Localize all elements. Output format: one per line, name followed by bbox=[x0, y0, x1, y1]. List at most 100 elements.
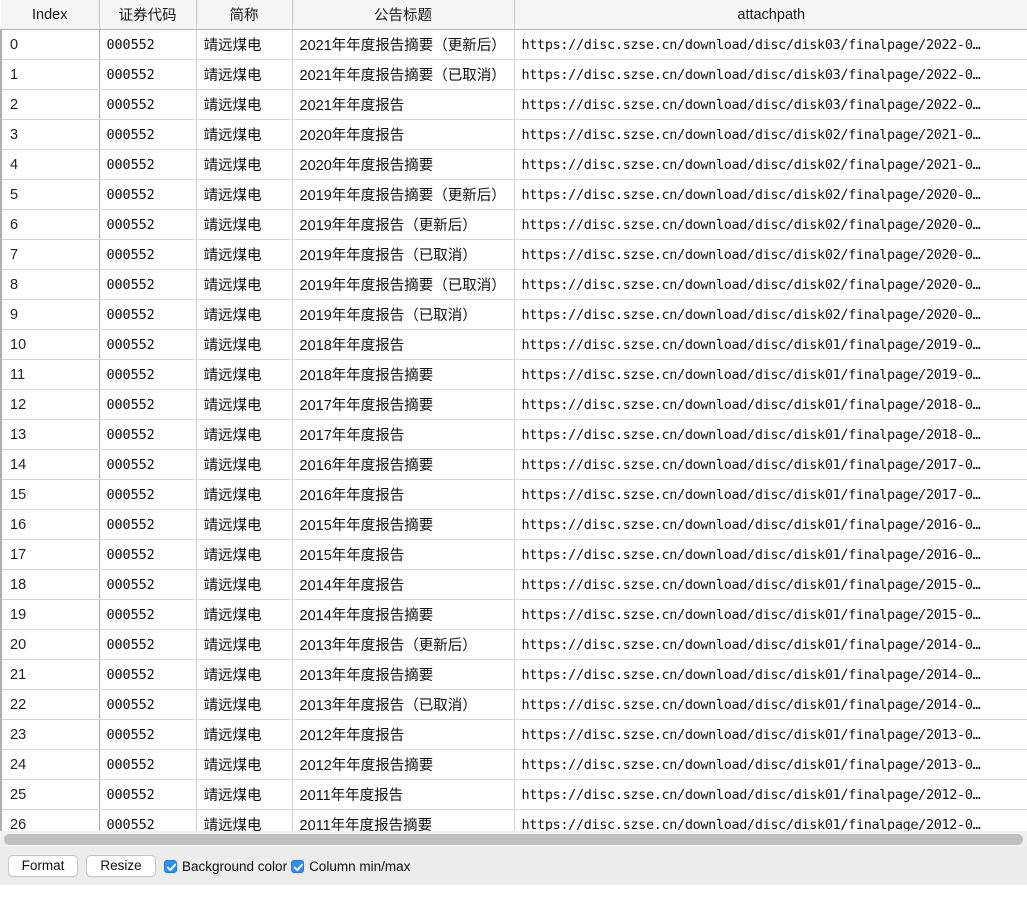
cell-index[interactable]: 12 bbox=[0, 389, 100, 420]
cell-code[interactable]: 000552 bbox=[99, 659, 197, 690]
cell-code[interactable]: 000552 bbox=[99, 629, 197, 660]
cell-index[interactable]: 17 bbox=[0, 539, 100, 570]
table-row[interactable]: 20 000552 靖远煤电 2013年年度报告（更新后） https://disc.s… bbox=[0, 629, 1027, 660]
cell-attachpath[interactable]: https://disc.szse.cn/download/disc/disk0… bbox=[514, 119, 1027, 150]
cell-name[interactable]: 靖远煤电 bbox=[196, 809, 293, 831]
column-header-attachpath[interactable]: attachpath bbox=[514, 0, 1027, 30]
cell-title[interactable]: 2013年年度报告（更新后） bbox=[292, 629, 515, 660]
table-row[interactable]: 8 000552 靖远煤电 2019年年度报告摘要（已取消） https://disc.… bbox=[0, 269, 1027, 300]
cell-title[interactable]: 2020年年度报告摘要 bbox=[292, 149, 515, 180]
cell-attachpath[interactable]: https://disc.szse.cn/download/disc/disk0… bbox=[514, 269, 1027, 300]
cell-code[interactable]: 000552 bbox=[99, 539, 197, 570]
cell-title[interactable]: 2019年年度报告（已取消） bbox=[292, 239, 515, 270]
cell-title[interactable]: 2014年年度报告 bbox=[292, 569, 515, 600]
cell-attachpath[interactable]: https://disc.szse.cn/download/disc/disk0… bbox=[514, 59, 1027, 90]
cell-code[interactable]: 000552 bbox=[99, 419, 197, 450]
cell-attachpath[interactable]: https://disc.szse.cn/download/disc/disk0… bbox=[514, 659, 1027, 690]
cell-title[interactable]: 2021年年度报告摘要（更新后） bbox=[292, 29, 515, 60]
cell-code[interactable]: 000552 bbox=[99, 509, 197, 540]
table-row[interactable]: 3 000552 靖远煤电 2020年年度报告 https://disc.szse.cn… bbox=[0, 119, 1027, 150]
cell-index[interactable]: 7 bbox=[0, 239, 100, 270]
cell-attachpath[interactable]: https://disc.szse.cn/download/disc/disk0… bbox=[514, 749, 1027, 780]
cell-attachpath[interactable]: https://disc.szse.cn/download/disc/disk0… bbox=[514, 719, 1027, 750]
cell-attachpath[interactable]: https://disc.szse.cn/download/disc/disk0… bbox=[514, 569, 1027, 600]
cell-code[interactable]: 000552 bbox=[99, 389, 197, 420]
cell-title[interactable]: 2014年年度报告摘要 bbox=[292, 599, 515, 630]
cell-name[interactable]: 靖远煤电 bbox=[196, 329, 293, 360]
cell-name[interactable]: 靖远煤电 bbox=[196, 659, 293, 690]
cell-attachpath[interactable]: https://disc.szse.cn/download/disc/disk0… bbox=[514, 629, 1027, 660]
cell-name[interactable]: 靖远煤电 bbox=[196, 449, 293, 480]
cell-code[interactable]: 000552 bbox=[99, 119, 197, 150]
cell-title[interactable]: 2017年年度报告 bbox=[292, 419, 515, 450]
cell-title[interactable]: 2016年年度报告摘要 bbox=[292, 449, 515, 480]
cell-name[interactable]: 靖远煤电 bbox=[196, 629, 293, 660]
cell-code[interactable]: 000552 bbox=[99, 569, 197, 600]
cell-code[interactable]: 000552 bbox=[99, 749, 197, 780]
cell-code[interactable]: 000552 bbox=[99, 59, 197, 90]
cell-code[interactable]: 000552 bbox=[99, 239, 197, 270]
cell-title[interactable]: 2018年年度报告 bbox=[292, 329, 515, 360]
table-row[interactable]: 1 000552 靖远煤电 2021年年度报告摘要（已取消） https://disc.… bbox=[0, 59, 1027, 90]
cell-name[interactable]: 靖远煤电 bbox=[196, 59, 293, 90]
cell-code[interactable]: 000552 bbox=[99, 719, 197, 750]
cell-index[interactable]: 22 bbox=[0, 689, 100, 720]
cell-index[interactable]: 20 bbox=[0, 629, 100, 660]
cell-name[interactable]: 靖远煤电 bbox=[196, 209, 293, 240]
cell-title[interactable]: 2021年年度报告 bbox=[292, 89, 515, 120]
cell-name[interactable]: 靖远煤电 bbox=[196, 779, 293, 810]
cell-code[interactable]: 000552 bbox=[99, 149, 197, 180]
cell-attachpath[interactable]: https://disc.szse.cn/download/disc/disk0… bbox=[514, 449, 1027, 480]
cell-index[interactable]: 13 bbox=[0, 419, 100, 450]
cell-name[interactable]: 靖远煤电 bbox=[196, 239, 293, 270]
cell-index[interactable]: 16 bbox=[0, 509, 100, 540]
horizontal-scrollbar-thumb[interactable] bbox=[4, 834, 1023, 845]
cell-title[interactable]: 2020年年度报告 bbox=[292, 119, 515, 150]
cell-name[interactable]: 靖远煤电 bbox=[196, 719, 293, 750]
table-viewport[interactable]: Index 证券代码 简称 公告标题 attachpath 0 000552 靖远煤… bbox=[0, 0, 1027, 831]
cell-attachpath[interactable]: https://disc.szse.cn/download/disc/disk0… bbox=[514, 809, 1027, 831]
cell-attachpath[interactable]: https://disc.szse.cn/download/disc/disk0… bbox=[514, 689, 1027, 720]
table-row[interactable]: 14 000552 靖远煤电 2016年年度报告摘要 https://disc.szse… bbox=[0, 449, 1027, 480]
cell-attachpath[interactable]: https://disc.szse.cn/download/disc/disk0… bbox=[514, 299, 1027, 330]
resize-button[interactable]: Resize bbox=[86, 855, 156, 877]
cell-index[interactable]: 2 bbox=[0, 89, 100, 120]
table-row[interactable]: 13 000552 靖远煤电 2017年年度报告 https://disc.szse.c… bbox=[0, 419, 1027, 450]
cell-code[interactable]: 000552 bbox=[99, 329, 197, 360]
table-row[interactable]: 9 000552 靖远煤电 2019年年度报告（已取消） https://disc.sz… bbox=[0, 299, 1027, 330]
cell-attachpath[interactable]: https://disc.szse.cn/download/disc/disk0… bbox=[514, 539, 1027, 570]
cell-code[interactable]: 000552 bbox=[99, 29, 197, 60]
table-row[interactable]: 23 000552 靖远煤电 2012年年度报告 https://disc.szse.c… bbox=[0, 719, 1027, 750]
cell-name[interactable]: 靖远煤电 bbox=[196, 419, 293, 450]
table-row[interactable]: 21 000552 靖远煤电 2013年年度报告摘要 https://disc.szse… bbox=[0, 659, 1027, 690]
table-row[interactable]: 10 000552 靖远煤电 2018年年度报告 https://disc.szse.c… bbox=[0, 329, 1027, 360]
cell-code[interactable]: 000552 bbox=[99, 209, 197, 240]
cell-index[interactable]: 9 bbox=[0, 299, 100, 330]
cell-attachpath[interactable]: https://disc.szse.cn/download/disc/disk0… bbox=[514, 89, 1027, 120]
table-row[interactable]: 2 000552 靖远煤电 2021年年度报告 https://disc.szse.cn… bbox=[0, 89, 1027, 120]
table-row[interactable]: 22 000552 靖远煤电 2013年年度报告（已取消） https://disc.s… bbox=[0, 689, 1027, 720]
cell-title[interactable]: 2015年年度报告摘要 bbox=[292, 509, 515, 540]
cell-title[interactable]: 2015年年度报告 bbox=[292, 539, 515, 570]
cell-code[interactable]: 000552 bbox=[99, 689, 197, 720]
table-row[interactable]: 7 000552 靖远煤电 2019年年度报告（已取消） https://disc.sz… bbox=[0, 239, 1027, 270]
column-header-name[interactable]: 简称 bbox=[196, 0, 293, 30]
table-row[interactable]: 4 000552 靖远煤电 2020年年度报告摘要 https://disc.szse.… bbox=[0, 149, 1027, 180]
cell-name[interactable]: 靖远煤电 bbox=[196, 359, 293, 390]
cell-index[interactable]: 4 bbox=[0, 149, 100, 180]
table-row[interactable]: 6 000552 靖远煤电 2019年年度报告（更新后） https://disc.sz… bbox=[0, 209, 1027, 240]
table-row[interactable]: 19 000552 靖远煤电 2014年年度报告摘要 https://disc.szse… bbox=[0, 599, 1027, 630]
cell-attachpath[interactable]: https://disc.szse.cn/download/disc/disk0… bbox=[514, 209, 1027, 240]
cell-attachpath[interactable]: https://disc.szse.cn/download/disc/disk0… bbox=[514, 149, 1027, 180]
cell-attachpath[interactable]: https://disc.szse.cn/download/disc/disk0… bbox=[514, 179, 1027, 210]
cell-title[interactable]: 2016年年度报告 bbox=[292, 479, 515, 510]
column-minmax-checkbox[interactable]: Column min/max bbox=[291, 859, 412, 874]
format-button[interactable]: Format bbox=[8, 855, 78, 877]
table-row[interactable]: 17 000552 靖远煤电 2015年年度报告 https://disc.szse.c… bbox=[0, 539, 1027, 570]
cell-name[interactable]: 靖远煤电 bbox=[196, 89, 293, 120]
cell-index[interactable]: 0 bbox=[0, 29, 100, 60]
cell-code[interactable]: 000552 bbox=[99, 299, 197, 330]
cell-attachpath[interactable]: https://disc.szse.cn/download/disc/disk0… bbox=[514, 389, 1027, 420]
cell-code[interactable]: 000552 bbox=[99, 449, 197, 480]
cell-index[interactable]: 3 bbox=[0, 119, 100, 150]
